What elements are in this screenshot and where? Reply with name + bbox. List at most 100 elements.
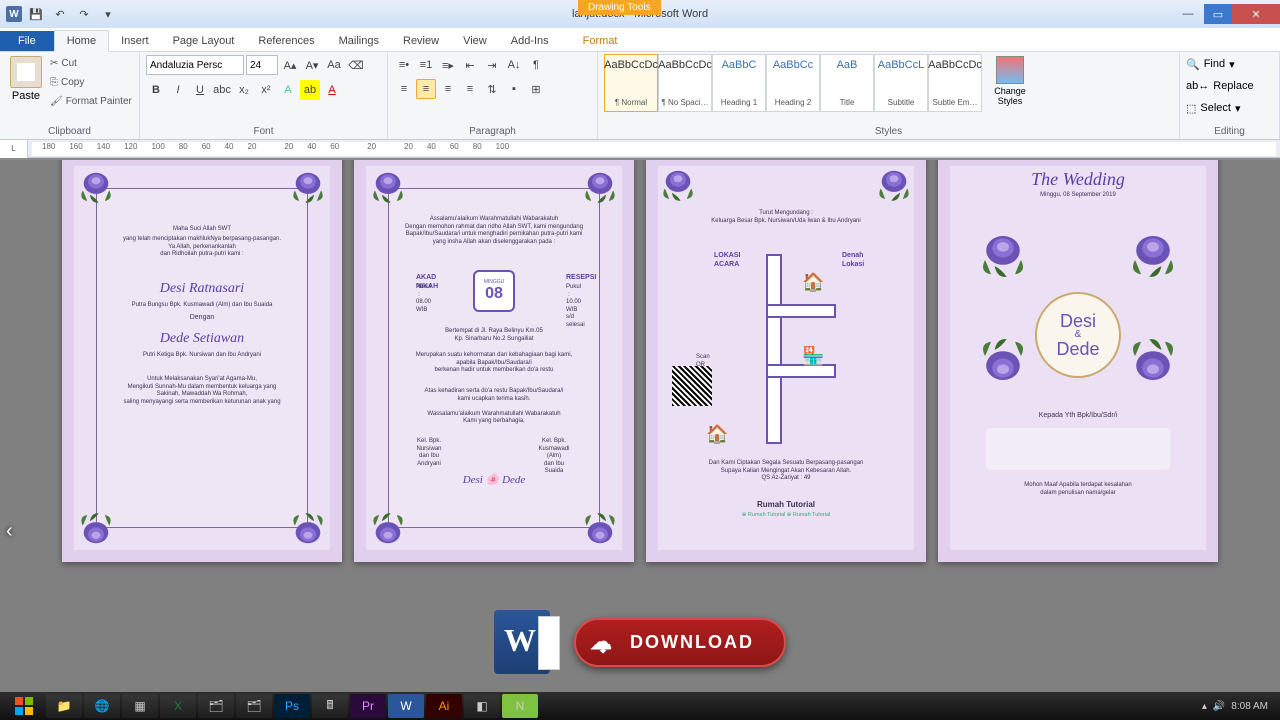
- font-name-combo[interactable]: Andaluzia Persc: [146, 55, 244, 75]
- task-word-icon[interactable]: W: [388, 694, 424, 718]
- indent-icon[interactable]: ⇥: [482, 55, 502, 75]
- tray-network-icon[interactable]: 🔊: [1213, 701, 1225, 712]
- flower-icon: [968, 224, 1038, 284]
- align-left-icon[interactable]: ≡: [394, 79, 414, 99]
- tab-insert[interactable]: Insert: [109, 31, 161, 51]
- qat-custom-icon[interactable]: ▾: [98, 4, 118, 24]
- qat-save-icon[interactable]: 💾: [26, 4, 46, 24]
- ribbon: Paste ✂ Cut ⎘ Copy 🖌 Format Painter Clip…: [0, 52, 1280, 140]
- download-button[interactable]: ⬇DOWNLOAD: [574, 618, 786, 667]
- close-button[interactable]: ✕: [1232, 4, 1280, 24]
- align-center-icon[interactable]: ≡: [416, 79, 436, 99]
- flower-icon: [1118, 224, 1188, 284]
- style-item[interactable]: AaBbCcLSubtitle: [874, 54, 928, 112]
- task-browser-icon[interactable]: 🌐: [84, 694, 120, 718]
- line-spacing-icon[interactable]: ⇅: [482, 79, 502, 99]
- p2-akad-time: Pukul : 08.00 WIB: [384, 284, 454, 314]
- qat-undo-icon[interactable]: ↶: [50, 4, 70, 24]
- highlight-icon[interactable]: ab: [300, 80, 320, 100]
- tray-up-icon[interactable]: ▴: [1202, 701, 1207, 712]
- tab-addins[interactable]: Add-Ins: [499, 31, 561, 51]
- p1-closing: Untuk Melaksanakan Syari'at Agama-Mu, Me…: [62, 376, 342, 406]
- task-photoshop-icon[interactable]: Ps: [274, 694, 310, 718]
- tray-clock[interactable]: 8:08 AM: [1231, 701, 1268, 712]
- tab-references[interactable]: References: [246, 31, 326, 51]
- task-calculator-icon[interactable]: 🖩: [312, 694, 348, 718]
- word-app-icon[interactable]: W: [6, 6, 22, 22]
- start-button[interactable]: [4, 694, 44, 718]
- tab-mailings[interactable]: Mailings: [327, 31, 391, 51]
- task-app-icon[interactable]: ▦: [122, 694, 158, 718]
- multilevel-icon[interactable]: ≡▸: [438, 55, 458, 75]
- cut-button[interactable]: ✂ Cut: [50, 54, 132, 72]
- tab-review[interactable]: Review: [391, 31, 451, 51]
- flower-icon: [1118, 332, 1188, 392]
- strike-icon[interactable]: abc: [212, 80, 232, 100]
- shop-icon: 🏪: [802, 346, 824, 367]
- style-item[interactable]: AaBTitle: [820, 54, 874, 112]
- underline-icon[interactable]: U: [190, 80, 210, 100]
- shrink-font-icon[interactable]: A▾: [302, 55, 322, 75]
- style-item[interactable]: AaBbCcHeading 2: [766, 54, 820, 112]
- sort-icon[interactable]: A↓: [504, 55, 524, 75]
- p1-intro1: Maha Suci Allah SWT: [62, 226, 342, 234]
- map-road: [766, 254, 782, 444]
- quick-access-toolbar: W 💾 ↶ ↷ ▾: [0, 4, 124, 24]
- style-item[interactable]: AaBbCcDc¶ No Spaci…: [658, 54, 712, 112]
- bullets-icon[interactable]: ≡•: [394, 55, 414, 75]
- superscript-icon[interactable]: x²: [256, 80, 276, 100]
- task-illustrator-icon[interactable]: Ai: [426, 694, 462, 718]
- borders-icon[interactable]: ⊞: [526, 79, 546, 99]
- subscript-icon[interactable]: x₂: [234, 80, 254, 100]
- style-item[interactable]: AaBbCHeading 1: [712, 54, 766, 112]
- task-app-icon[interactable]: ◧: [464, 694, 500, 718]
- system-tray[interactable]: ▴ 🔊 8:08 AM: [1202, 701, 1276, 712]
- restore-button[interactable]: ▭: [1204, 4, 1232, 24]
- p2-mid: Merupakan suatu kehormatan dan kebahagia…: [354, 352, 634, 375]
- outdent-icon[interactable]: ⇤: [460, 55, 480, 75]
- change-styles-button[interactable]: Change Styles: [986, 54, 1034, 108]
- font-color-icon[interactable]: A: [322, 80, 342, 100]
- style-item[interactable]: AaBbCcDcSubtle Em…: [928, 54, 982, 112]
- replace-button[interactable]: ab↔ Replace: [1186, 76, 1254, 96]
- doc-page-1: Maha Suci Allah SWT yang telah menciptak…: [62, 160, 342, 562]
- horizontal-ruler[interactable]: 1801601401201008060402020406020204060801…: [32, 142, 1276, 156]
- bold-icon[interactable]: B: [146, 80, 166, 100]
- text-effects-icon[interactable]: A: [278, 80, 298, 100]
- shading-icon[interactable]: ▪: [504, 79, 524, 99]
- copy-button[interactable]: ⎘ Copy: [50, 73, 132, 91]
- p2-salam: Assalamu'alaikum Warahmatullahi Wabaraka…: [354, 216, 634, 246]
- house-icon: 🏠: [706, 424, 728, 445]
- select-button[interactable]: ⬚ Select ▾: [1186, 98, 1254, 118]
- format-painter-button[interactable]: 🖌 Format Painter: [50, 92, 132, 110]
- task-folder-icon[interactable]: 🗂: [236, 694, 272, 718]
- task-notepad-icon[interactable]: N: [502, 694, 538, 718]
- style-gallery[interactable]: AaBbCcDc¶ NormalAaBbCcDc¶ No Spaci…AaBbC…: [604, 54, 982, 112]
- italic-icon[interactable]: I: [168, 80, 188, 100]
- show-marks-icon[interactable]: ¶: [526, 55, 546, 75]
- qat-redo-icon[interactable]: ↷: [74, 4, 94, 24]
- tab-format[interactable]: Format: [571, 31, 630, 51]
- font-size-combo[interactable]: 24: [246, 55, 278, 75]
- tab-home[interactable]: Home: [54, 30, 109, 52]
- tab-page-layout[interactable]: Page Layout: [161, 31, 247, 51]
- minimize-button[interactable]: —: [1172, 4, 1204, 24]
- clear-format-icon[interactable]: ⌫: [346, 55, 366, 75]
- task-excel-icon[interactable]: X: [160, 694, 196, 718]
- task-premiere-icon[interactable]: Pr: [350, 694, 386, 718]
- p2-resepsi-label: RESEPSI: [534, 274, 604, 283]
- paste-button[interactable]: Paste: [6, 54, 46, 104]
- justify-icon[interactable]: ≡: [460, 79, 480, 99]
- task-folder-icon[interactable]: 🗂: [198, 694, 234, 718]
- tab-view[interactable]: View: [451, 31, 499, 51]
- numbering-icon[interactable]: ≡1: [416, 55, 436, 75]
- style-item[interactable]: AaBbCcDc¶ Normal: [604, 54, 658, 112]
- task-explorer-icon[interactable]: 📁: [46, 694, 82, 718]
- find-button[interactable]: 🔍 Find ▾: [1186, 54, 1254, 74]
- ruler-corner[interactable]: L: [0, 140, 28, 158]
- change-case-icon[interactable]: Aa: [324, 55, 344, 75]
- prev-page-icon[interactable]: ‹: [6, 520, 13, 543]
- align-right-icon[interactable]: ≡: [438, 79, 458, 99]
- tab-file[interactable]: File: [0, 31, 54, 51]
- grow-font-icon[interactable]: A▴: [280, 55, 300, 75]
